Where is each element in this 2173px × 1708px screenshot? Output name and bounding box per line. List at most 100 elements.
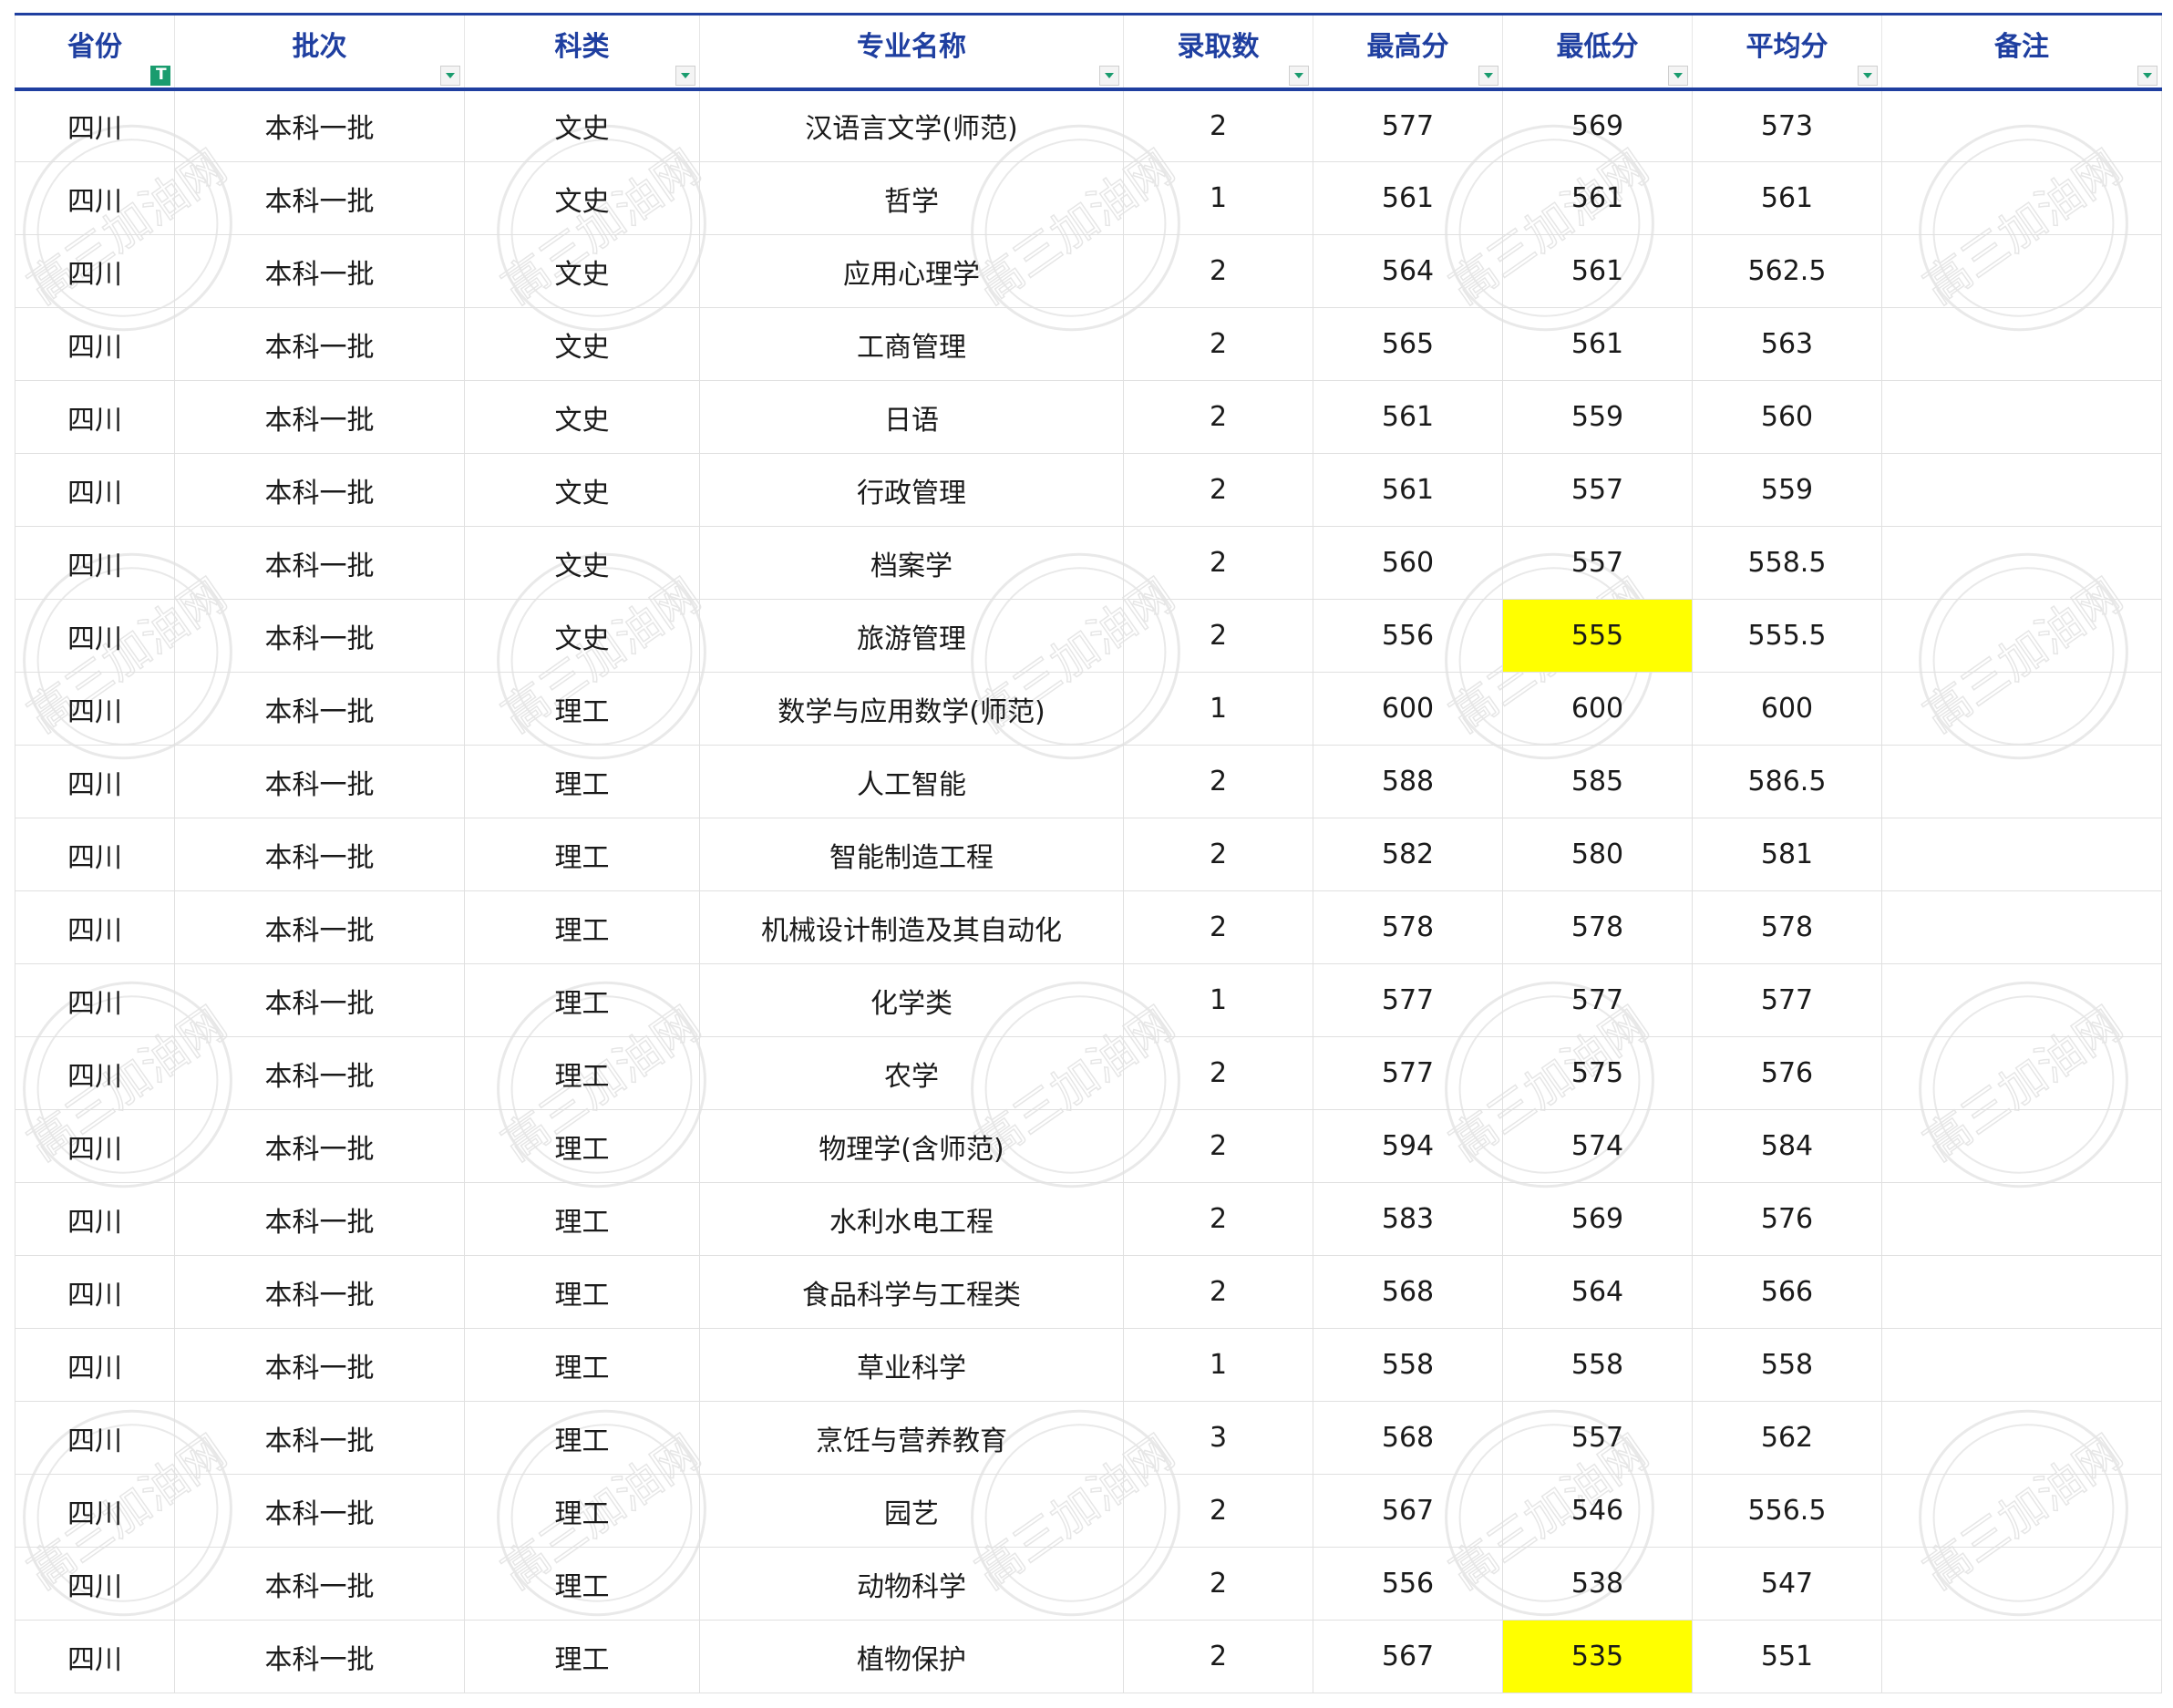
- cell-min[interactable]: 557: [1502, 453, 1693, 527]
- cell-major[interactable]: 农学: [699, 1036, 1124, 1110]
- cell-batch[interactable]: 本科一批: [174, 963, 465, 1037]
- column-header-major[interactable]: 专业名称: [699, 13, 1124, 91]
- cell-note[interactable]: [1881, 890, 2162, 964]
- cell-major[interactable]: 旅游管理: [699, 599, 1124, 673]
- cell-admitted[interactable]: 2: [1123, 1547, 1313, 1621]
- cell-min[interactable]: 577: [1502, 963, 1693, 1037]
- cell-min[interactable]: 585: [1502, 745, 1693, 818]
- cell-province[interactable]: 四川: [15, 599, 175, 673]
- cell-major[interactable]: 食品科学与工程类: [699, 1255, 1124, 1329]
- cell-admitted[interactable]: 2: [1123, 526, 1313, 600]
- column-header-avg[interactable]: 平均分: [1692, 13, 1882, 91]
- cell-note[interactable]: [1881, 1401, 2162, 1475]
- column-header-admitted[interactable]: 录取数: [1123, 13, 1313, 91]
- cell-category[interactable]: 文史: [464, 161, 700, 235]
- cell-admitted[interactable]: 2: [1123, 453, 1313, 527]
- filter-dropdown-icon[interactable]: [1858, 65, 1878, 86]
- cell-note[interactable]: [1881, 1036, 2162, 1110]
- cell-max[interactable]: 577: [1313, 963, 1503, 1037]
- cell-admitted[interactable]: 2: [1123, 1036, 1313, 1110]
- cell-province[interactable]: 四川: [15, 1328, 175, 1402]
- cell-province[interactable]: 四川: [15, 307, 175, 381]
- cell-note[interactable]: [1881, 1620, 2162, 1693]
- filter-active-icon[interactable]: [150, 65, 170, 86]
- cell-max[interactable]: 561: [1313, 453, 1503, 527]
- cell-note[interactable]: [1881, 307, 2162, 381]
- cell-max[interactable]: 561: [1313, 380, 1503, 454]
- cell-max[interactable]: 594: [1313, 1109, 1503, 1183]
- cell-category[interactable]: 文史: [464, 599, 700, 673]
- cell-category[interactable]: 理工: [464, 672, 700, 746]
- cell-batch[interactable]: 本科一批: [174, 1620, 465, 1693]
- cell-category[interactable]: 理工: [464, 1328, 700, 1402]
- cell-category[interactable]: 文史: [464, 88, 700, 162]
- cell-avg[interactable]: 551: [1692, 1620, 1882, 1693]
- cell-avg[interactable]: 562: [1692, 1401, 1882, 1475]
- cell-note[interactable]: [1881, 453, 2162, 527]
- cell-admitted[interactable]: 2: [1123, 1182, 1313, 1256]
- cell-max[interactable]: 568: [1313, 1255, 1503, 1329]
- cell-major[interactable]: 草业科学: [699, 1328, 1124, 1402]
- cell-major[interactable]: 数学与应用数学(师范): [699, 672, 1124, 746]
- cell-note[interactable]: [1881, 161, 2162, 235]
- cell-min[interactable]: 561: [1502, 161, 1693, 235]
- cell-admitted[interactable]: 2: [1123, 890, 1313, 964]
- cell-avg[interactable]: 586.5: [1692, 745, 1882, 818]
- cell-admitted[interactable]: 2: [1123, 307, 1313, 381]
- cell-min[interactable]: 569: [1502, 88, 1693, 162]
- cell-admitted[interactable]: 2: [1123, 1620, 1313, 1693]
- cell-major[interactable]: 哲学: [699, 161, 1124, 235]
- cell-min[interactable]: 558: [1502, 1328, 1693, 1402]
- cell-note[interactable]: [1881, 599, 2162, 673]
- cell-avg[interactable]: 573: [1692, 88, 1882, 162]
- cell-max[interactable]: 561: [1313, 161, 1503, 235]
- cell-max[interactable]: 560: [1313, 526, 1503, 600]
- cell-admitted[interactable]: 2: [1123, 745, 1313, 818]
- cell-admitted[interactable]: 2: [1123, 599, 1313, 673]
- cell-note[interactable]: [1881, 1474, 2162, 1548]
- cell-min[interactable]: 559: [1502, 380, 1693, 454]
- cell-min[interactable]: 569: [1502, 1182, 1693, 1256]
- cell-min[interactable]: 575: [1502, 1036, 1693, 1110]
- cell-min[interactable]: 580: [1502, 818, 1693, 891]
- cell-min[interactable]: 555: [1502, 599, 1693, 673]
- cell-major[interactable]: 水利水电工程: [699, 1182, 1124, 1256]
- cell-note[interactable]: [1881, 1328, 2162, 1402]
- cell-major[interactable]: 汉语言文学(师范): [699, 88, 1124, 162]
- cell-max[interactable]: 577: [1313, 88, 1503, 162]
- cell-admitted[interactable]: 2: [1123, 380, 1313, 454]
- cell-major[interactable]: 智能制造工程: [699, 818, 1124, 891]
- cell-batch[interactable]: 本科一批: [174, 1036, 465, 1110]
- cell-batch[interactable]: 本科一批: [174, 526, 465, 600]
- cell-major[interactable]: 烹饪与营养教育: [699, 1401, 1124, 1475]
- cell-province[interactable]: 四川: [15, 234, 175, 308]
- cell-min[interactable]: 557: [1502, 1401, 1693, 1475]
- cell-admitted[interactable]: 1: [1123, 1328, 1313, 1402]
- cell-batch[interactable]: 本科一批: [174, 672, 465, 746]
- cell-avg[interactable]: 563: [1692, 307, 1882, 381]
- filter-dropdown-icon[interactable]: [1668, 65, 1688, 86]
- cell-province[interactable]: 四川: [15, 1255, 175, 1329]
- cell-province[interactable]: 四川: [15, 890, 175, 964]
- cell-major[interactable]: 动物科学: [699, 1547, 1124, 1621]
- cell-category[interactable]: 理工: [464, 1474, 700, 1548]
- cell-avg[interactable]: 559: [1692, 453, 1882, 527]
- cell-max[interactable]: 583: [1313, 1182, 1503, 1256]
- cell-category[interactable]: 文史: [464, 234, 700, 308]
- cell-admitted[interactable]: 1: [1123, 161, 1313, 235]
- filter-dropdown-icon[interactable]: [1099, 65, 1119, 86]
- cell-note[interactable]: [1881, 745, 2162, 818]
- cell-avg[interactable]: 600: [1692, 672, 1882, 746]
- cell-batch[interactable]: 本科一批: [174, 1182, 465, 1256]
- cell-category[interactable]: 文史: [464, 453, 700, 527]
- cell-province[interactable]: 四川: [15, 672, 175, 746]
- cell-major[interactable]: 物理学(含师范): [699, 1109, 1124, 1183]
- cell-province[interactable]: 四川: [15, 963, 175, 1037]
- cell-max[interactable]: 564: [1313, 234, 1503, 308]
- cell-note[interactable]: [1881, 1109, 2162, 1183]
- cell-category[interactable]: 文史: [464, 307, 700, 381]
- cell-major[interactable]: 日语: [699, 380, 1124, 454]
- filter-dropdown-icon[interactable]: [675, 65, 695, 86]
- cell-batch[interactable]: 本科一批: [174, 307, 465, 381]
- cell-major[interactable]: 行政管理: [699, 453, 1124, 527]
